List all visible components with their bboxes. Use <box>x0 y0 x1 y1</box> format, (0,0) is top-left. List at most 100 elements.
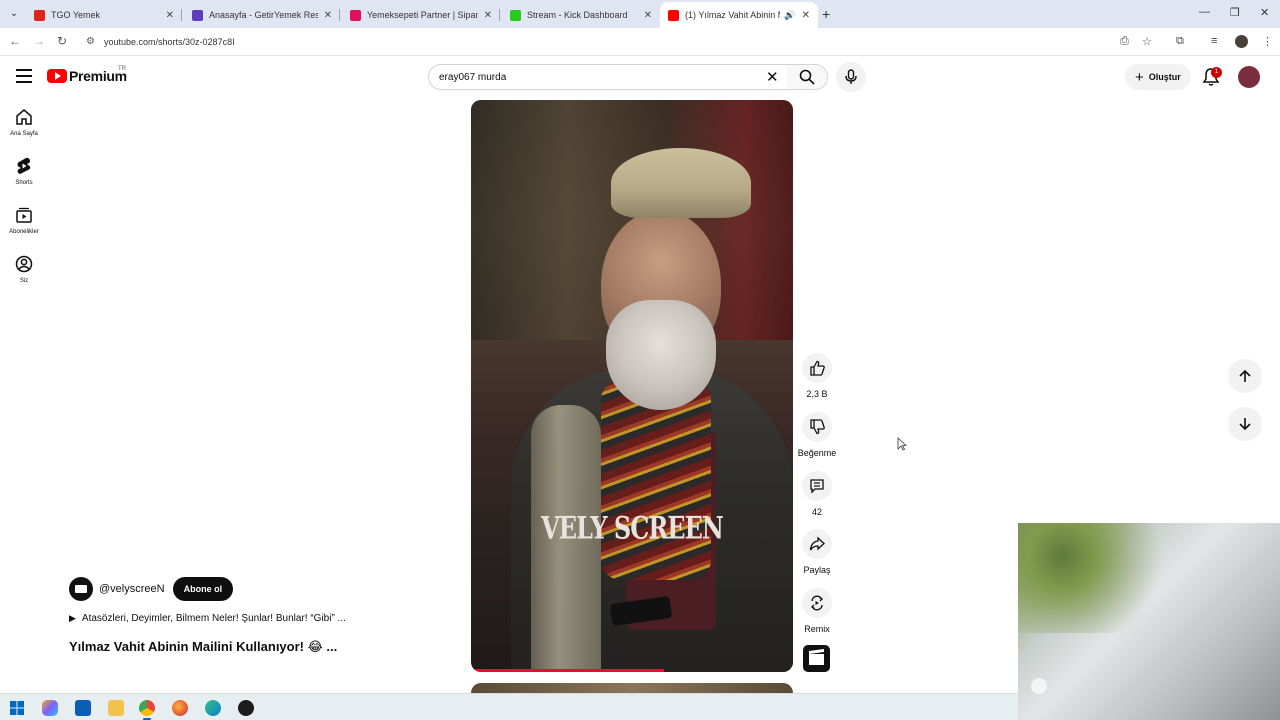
arrow-up-icon <box>1239 369 1251 382</box>
clapperboard-icon <box>809 649 824 665</box>
shorts-video-player[interactable]: VELY SCREEN <box>471 100 793 672</box>
channel-avatar[interactable] <box>69 577 93 601</box>
mouse-cursor-icon <box>897 437 907 451</box>
tab-title: TGO Yemek <box>51 10 101 20</box>
clear-search-icon[interactable]: ✕ <box>766 68 779 86</box>
create-label: Oluştur <box>1148 72 1181 82</box>
tab-close-icon[interactable]: ✕ <box>166 10 174 21</box>
window-close-icon[interactable]: ✕ <box>1260 6 1269 19</box>
app-ladybug-icon[interactable] <box>238 700 254 716</box>
media-control-icon[interactable]: ≡ <box>1211 35 1217 47</box>
share-arrow-icon <box>809 536 825 551</box>
subscribe-button[interactable]: Abone ol <box>172 577 234 601</box>
address-bar[interactable]: ⚙ youtube.com/shorts/30z-0287c8I <box>80 32 1140 52</box>
yemeksepeti-favicon-icon <box>350 9 361 21</box>
browser-menu-icon[interactable]: ⋮ <box>1262 35 1273 48</box>
forward-arrow-icon[interactable]: → <box>33 34 45 48</box>
tab-close-icon[interactable]: ✕ <box>644 10 652 21</box>
browser-tab-yemeksepeti[interactable]: Yemeksepeti Partner | Sipariş G ✕ <box>342 2 500 28</box>
windows-start-icon[interactable] <box>9 700 25 716</box>
extensions-puzzle-icon[interactable]: ⧉ <box>1176 35 1184 48</box>
comments-button[interactable]: 42 <box>797 471 837 517</box>
bookmark-star-icon[interactable]: ☆ <box>1142 35 1152 48</box>
tab-close-icon[interactable]: ✕ <box>484 10 492 21</box>
sidebar-item-home[interactable]: Ana Sayfa <box>0 108 48 137</box>
microphone-icon <box>845 69 857 84</box>
sidebar-item-shorts[interactable]: Shorts <box>0 157 48 186</box>
playlist-link[interactable]: ▶ Atasözleri, Deyimler, Bilmem Neler! Şu… <box>69 613 346 624</box>
sidebar-item-label: Abonelikler <box>9 229 39 235</box>
sidebar-item-subscriptions[interactable]: Abonelikler <box>0 206 48 235</box>
dislike-label: Beğenme <box>797 448 837 458</box>
browser-tab-youtube-active[interactable]: (1) Yılmaz Vahit Abinin Maili 🔊 ✕ <box>660 2 818 28</box>
arrow-down-icon <box>1239 418 1251 431</box>
plus-icon: + <box>1135 68 1144 86</box>
url-text: youtube.com/shorts/30z-0287c8I <box>104 37 235 47</box>
store-icon[interactable] <box>75 700 91 716</box>
voice-search-button[interactable] <box>836 62 866 92</box>
back-arrow-icon[interactable]: ← <box>9 34 21 48</box>
sidebar-item-label: Shorts <box>15 180 33 186</box>
sidebar-item-you[interactable]: Siz <box>0 255 48 284</box>
minimize-icon[interactable]: — <box>1199 6 1210 18</box>
account-icon <box>15 255 33 273</box>
comment-count: 42 <box>811 507 822 517</box>
next-short-button[interactable] <box>1228 407 1262 441</box>
tab-close-icon[interactable]: ✕ <box>802 10 810 21</box>
tab-close-icon[interactable]: ✕ <box>324 10 332 21</box>
shorts-icon <box>17 157 31 174</box>
create-button[interactable]: + Oluştur <box>1125 64 1191 90</box>
share-button[interactable]: Paylaş <box>797 529 837 575</box>
browser-toolbar: ← → ↻ ⚙ youtube.com/shorts/30z-0287c8I ⎙… <box>0 28 1280 56</box>
like-count: 2,3 B <box>806 389 828 399</box>
firefox-icon[interactable] <box>172 700 188 716</box>
youtube-premium-logo[interactable]: Premium TR <box>47 66 127 84</box>
channel-row: @velyscreeN Abone ol <box>69 577 234 601</box>
tab-title: Anasayfa - GetirYemek Restoran <box>209 10 318 20</box>
remix-label: Remix <box>804 624 830 634</box>
audio-playing-icon[interactable]: 🔊 <box>784 10 795 21</box>
search-icon <box>799 69 815 85</box>
edge-icon[interactable] <box>205 700 221 716</box>
thumbs-up-icon <box>810 360 825 376</box>
kick-favicon-icon <box>510 9 521 21</box>
copilot-icon[interactable] <box>42 700 58 716</box>
tab-search-chevron-icon[interactable]: ⌄ <box>6 6 22 22</box>
browser-profile-avatar[interactable] <box>1235 35 1248 48</box>
remix-icon <box>810 595 824 611</box>
thumbs-down-icon <box>810 419 825 435</box>
region-code: TR <box>118 66 126 72</box>
user-avatar[interactable] <box>1238 66 1260 88</box>
tgo-favicon-icon <box>34 9 45 21</box>
play-triangle-icon: ▶ <box>69 613 76 623</box>
chrome-icon[interactable] <box>139 700 155 716</box>
tab-title: Stream - Kick Dashboard <box>527 10 628 20</box>
video-watermark: VELY SCREEN <box>541 508 724 547</box>
reload-icon[interactable]: ↻ <box>57 34 67 48</box>
youtube-favicon-icon <box>668 9 679 21</box>
previous-short-button[interactable] <box>1228 359 1262 393</box>
browser-tab-getiryemek[interactable]: Anasayfa - GetirYemek Restoran ✕ <box>184 2 340 28</box>
sound-source-thumbnail[interactable] <box>803 645 830 672</box>
hamburger-menu-icon[interactable] <box>16 69 32 83</box>
tab-title: Yemeksepeti Partner | Sipariş G <box>367 10 478 20</box>
restore-icon[interactable]: ❐ <box>1230 6 1240 19</box>
short-title: Yılmaz Vahit Abinin Mailini Kullanıyor! … <box>69 639 338 654</box>
install-app-icon[interactable]: ⎙ <box>1120 35 1129 48</box>
dislike-button[interactable]: Beğenme <box>797 412 837 458</box>
like-button[interactable]: 2,3 B <box>797 353 837 399</box>
channel-name-link[interactable]: @velyscreeN <box>99 583 165 595</box>
new-tab-plus-icon[interactable]: + <box>822 6 830 22</box>
sidebar-item-label: Siz <box>19 278 29 284</box>
video-progress-bar[interactable] <box>471 669 665 672</box>
search-button[interactable] <box>787 65 827 89</box>
browser-tab-kick[interactable]: Stream - Kick Dashboard ✕ <box>502 2 660 28</box>
subscriptions-icon <box>16 207 32 223</box>
remix-button[interactable]: Remix <box>797 588 837 634</box>
site-info-icon[interactable]: ⚙ <box>86 32 95 52</box>
file-explorer-icon[interactable] <box>108 700 124 716</box>
search-input[interactable] <box>439 69 759 85</box>
browser-tab-tgo-yemek[interactable]: TGO Yemek ✕ <box>26 2 182 28</box>
getir-favicon-icon <box>192 9 203 21</box>
windows-taskbar <box>0 693 1018 720</box>
